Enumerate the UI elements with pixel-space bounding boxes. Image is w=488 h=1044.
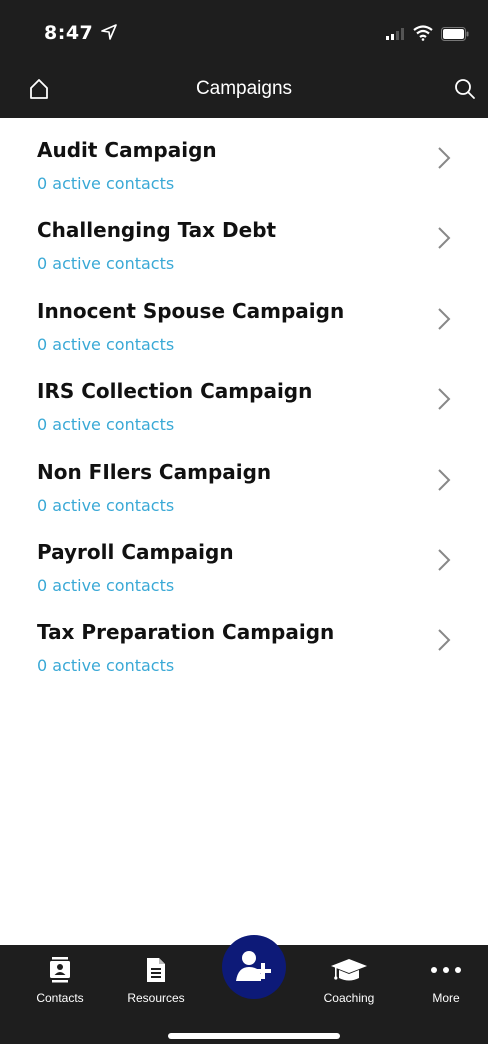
campaign-row[interactable]: Innocent Spouse Campaign 0 active contac…: [0, 279, 488, 359]
campaign-row[interactable]: IRS Collection Campaign 0 active contact…: [0, 359, 488, 439]
battery-icon: [441, 27, 469, 41]
tab-label: More: [432, 991, 460, 1005]
chevron-right-icon: [438, 549, 451, 571]
campaign-contacts: 0 active contacts: [37, 174, 175, 193]
tab-label: Resources: [127, 991, 185, 1005]
campaign-row[interactable]: Tax Preparation Campaign 0 active contac…: [0, 600, 488, 680]
tab-label: Contacts: [36, 991, 84, 1005]
add-contact-button[interactable]: [222, 935, 286, 999]
campaign-name: Challenging Tax Debt: [37, 218, 277, 243]
campaign-row[interactable]: Challenging Tax Debt 0 active contacts: [0, 198, 488, 278]
chevron-right-icon: [438, 468, 451, 491]
location-arrow-icon: [101, 24, 117, 40]
page-title: Campaigns: [195, 78, 293, 99]
chevron-right-icon: [438, 308, 451, 330]
campaign-row[interactable]: Audit Campaign 0 active contacts: [0, 118, 488, 198]
campaign-contacts: 0 active contacts: [37, 575, 175, 595]
header: 8:47 Campaigns: [0, 0, 488, 118]
campaign-list: Audit Campaign 0 active contacts Challen…: [0, 118, 488, 681]
campaign-row[interactable]: Non FIlers Campaign 0 active contacts: [0, 440, 488, 520]
more-dots-icon: [431, 967, 461, 973]
wifi-icon: [413, 25, 433, 41]
status-time: 8:47: [44, 22, 94, 44]
chevron-right-icon: [438, 147, 451, 169]
cellular-signal-icon: [386, 28, 404, 40]
search-icon[interactable]: [454, 78, 476, 100]
campaign-name: Innocent Spouse Campaign: [37, 298, 345, 323]
home-indicator: [168, 1033, 340, 1039]
campaign-contacts: 0 active contacts: [37, 495, 175, 515]
add-contact-icon: [236, 951, 271, 981]
document-icon: [147, 958, 165, 982]
graduation-cap-icon: [331, 959, 367, 981]
campaign-name: Payroll Campaign: [37, 539, 234, 564]
chevron-right-icon: [438, 388, 451, 410]
tab-label: Coaching: [323, 991, 375, 1005]
campaign-name: Audit Campaign: [37, 138, 217, 162]
campaign-row[interactable]: Payroll Campaign 0 active contacts: [0, 520, 488, 600]
tab-more[interactable]: More: [401, 945, 488, 1015]
navigation-bar: Campaigns: [0, 58, 488, 118]
tab-coaching[interactable]: Coaching: [304, 945, 394, 1015]
chevron-right-icon: [438, 629, 451, 652]
campaign-name: Tax Preparation Campaign: [37, 620, 335, 645]
campaign-contacts: 0 active contacts: [37, 415, 175, 435]
status-bar: 8:47: [0, 0, 488, 58]
tab-resources[interactable]: Resources: [111, 945, 201, 1015]
campaign-contacts: 0 active contacts: [37, 254, 175, 274]
campaign-name: Non FIlers Campaign: [37, 459, 272, 484]
chevron-right-icon: [438, 227, 451, 250]
tab-contacts[interactable]: Contacts: [15, 945, 105, 1015]
campaign-contacts: 0 active contacts: [37, 334, 175, 354]
campaign-name: IRS Collection Campaign: [37, 379, 313, 404]
contact-book-icon: [50, 957, 70, 983]
campaign-contacts: 0 active contacts: [37, 656, 175, 676]
